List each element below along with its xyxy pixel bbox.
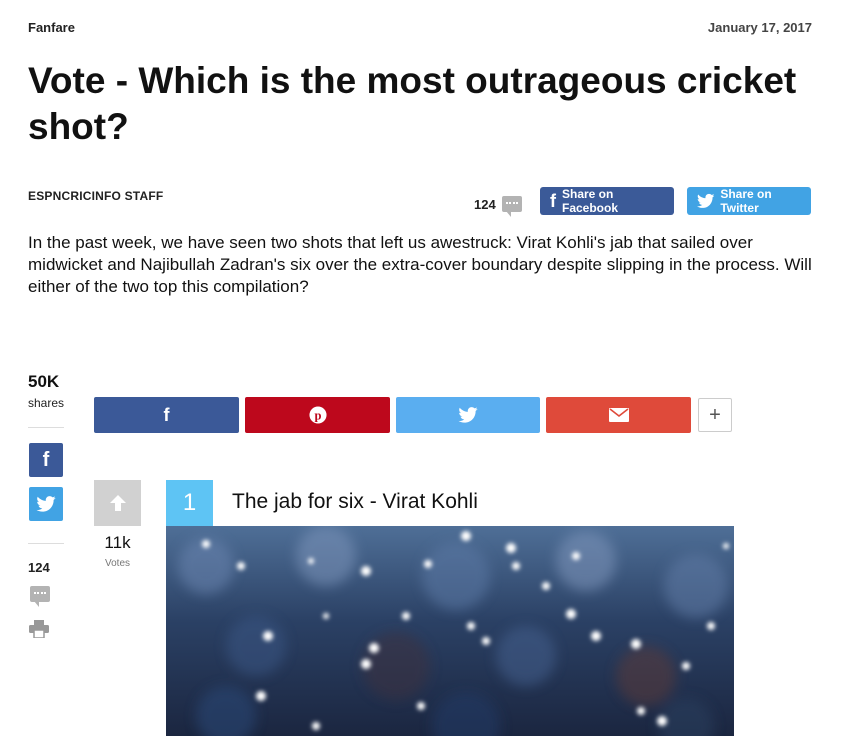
comment-count: 124 <box>474 196 496 212</box>
page-title: Vote - Which is the most outrageous cric… <box>28 60 797 147</box>
share-on-twitter-button[interactable]: Share on Twitter <box>687 187 811 215</box>
share-bar-pinterest-button[interactable]: p <box>245 397 390 433</box>
article-lead: In the past week, we have seen two shots… <box>28 233 812 296</box>
arrow-up-icon <box>109 495 126 511</box>
facebook-icon: f <box>163 404 170 425</box>
envelope-icon <box>608 408 629 422</box>
share-count: 50K <box>28 372 60 391</box>
facebook-icon: f <box>42 448 50 471</box>
upvote-button[interactable] <box>94 480 141 526</box>
twitter-bird-icon <box>458 407 478 423</box>
sidebar-facebook-button[interactable]: f <box>29 443 63 477</box>
svg-text:p: p <box>314 409 321 423</box>
comment-bubble-icon[interactable] <box>30 586 50 607</box>
list-item-title: The jab for six - Virat Kohli <box>232 490 478 513</box>
facebook-icon: f <box>550 191 556 211</box>
vote-count-label: Votes <box>104 558 131 569</box>
print-icon[interactable] <box>29 620 49 638</box>
share-more-button[interactable]: + <box>698 398 732 432</box>
share-twitter-label: Share on Twitter <box>720 187 772 215</box>
publish-date: January 17, 2017 <box>707 20 812 35</box>
author-byline[interactable]: ESPNCRICINFO STAFF <box>28 189 163 203</box>
stadium-crowd-photo <box>166 526 734 736</box>
twitter-bird-icon <box>36 496 56 512</box>
share-bar-facebook-button[interactable]: f <box>94 397 239 433</box>
share-on-facebook-button[interactable]: f Share on Facebook <box>540 187 674 215</box>
sidebar-divider <box>28 543 64 544</box>
rank-badge: 1 <box>166 480 213 526</box>
twitter-bird-icon <box>697 193 715 208</box>
comment-bubble-icon <box>501 196 522 217</box>
sidebar-twitter-button[interactable] <box>29 487 63 521</box>
pinterest-icon: p <box>308 406 327 424</box>
sidebar-divider <box>28 427 64 428</box>
vote-count: 11k <box>104 533 131 552</box>
category-label[interactable]: Fanfare <box>28 20 75 35</box>
sidebar-comment-count[interactable]: 124 <box>28 560 50 575</box>
plus-icon: + <box>709 403 721 426</box>
share-count-label: shares <box>28 396 65 410</box>
share-bar-email-button[interactable] <box>546 397 691 433</box>
comment-count-top[interactable]: 124 <box>474 196 522 217</box>
share-bar-twitter-button[interactable] <box>396 397 540 433</box>
share-facebook-label: Share on Facebook <box>562 187 619 215</box>
